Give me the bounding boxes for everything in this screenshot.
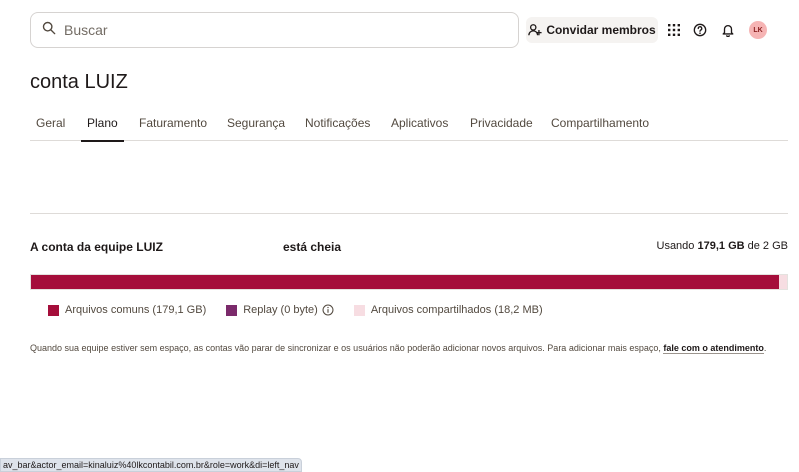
legend-label-shared: Arquivos compartilhados (18,2 MB) bbox=[370, 304, 543, 316]
search-icon bbox=[42, 21, 56, 40]
invite-members-label: Convidar membros bbox=[546, 23, 656, 37]
storage-bar-common bbox=[31, 275, 780, 289]
search-input[interactable] bbox=[64, 22, 484, 38]
legend-swatch-replay bbox=[226, 304, 238, 316]
contact-support-link[interactable]: fale com o atendimento bbox=[663, 343, 764, 354]
help-icon[interactable] bbox=[692, 22, 708, 38]
storage-full-note: Quando sua equipe estiver sem espaço, as… bbox=[30, 340, 770, 356]
page-title: conta LUIZ bbox=[30, 71, 128, 93]
add-person-icon bbox=[528, 23, 542, 37]
tab-faturamento[interactable]: Faturamento bbox=[139, 116, 207, 140]
invite-members-button[interactable]: Convidar membros bbox=[526, 17, 658, 43]
tab-compartilhamento[interactable]: Compartilhamento bbox=[551, 116, 649, 140]
storage-bar bbox=[30, 274, 788, 290]
tab-geral[interactable]: Geral bbox=[36, 116, 65, 140]
tab-privacidade[interactable]: Privacidade bbox=[470, 116, 533, 140]
usage-suffix: de 2 GB bbox=[744, 240, 788, 252]
legend-swatch-common bbox=[48, 304, 59, 316]
tab-seguranca[interactable]: Segurança bbox=[227, 116, 285, 140]
apps-grid-icon[interactable] bbox=[666, 22, 682, 38]
section-divider bbox=[30, 213, 788, 214]
legend-item-common: Arquivos comuns (179,1 GB) bbox=[48, 304, 206, 316]
legend-label-common: Arquivos comuns (179,1 GB) bbox=[65, 304, 207, 316]
search-box[interactable] bbox=[30, 12, 519, 48]
bell-icon[interactable] bbox=[720, 22, 736, 38]
usage-prefix: Usando bbox=[656, 240, 698, 252]
browser-status-url: av_bar&actor_email=kinaluiz%40lkcontabil… bbox=[0, 458, 302, 472]
info-icon[interactable] bbox=[322, 304, 334, 316]
tab-bar: Geral Plano Faturamento Segurança Notifi… bbox=[30, 108, 788, 142]
tab-plano[interactable]: Plano bbox=[81, 116, 124, 142]
storage-usage-text: Usando 179,1 GB de 2 GB bbox=[657, 240, 789, 252]
usage-used: 179,1 GB bbox=[697, 240, 745, 252]
storage-legend: Arquivos comuns (179,1 GB) Replay (0 byt… bbox=[48, 304, 563, 316]
tab-aplicativos[interactable]: Aplicativos bbox=[391, 116, 448, 140]
legend-label-replay: Replay (0 byte) bbox=[243, 304, 318, 316]
storage-bar-shared bbox=[779, 275, 787, 289]
avatar[interactable]: LK bbox=[749, 21, 767, 39]
legend-item-shared: Arquivos compartilhados (18,2 MB) bbox=[353, 304, 543, 316]
tab-notificacoes[interactable]: Notificações bbox=[305, 116, 370, 140]
storage-full-label: está cheia bbox=[283, 240, 342, 254]
legend-swatch-shared bbox=[353, 304, 365, 316]
team-account-label: A conta da equipe LUIZ bbox=[30, 240, 163, 254]
legend-item-replay: Replay (0 byte) bbox=[226, 304, 334, 316]
note-text: Quando sua equipe estiver sem espaço, as… bbox=[30, 343, 664, 353]
note-end: . bbox=[763, 343, 767, 353]
